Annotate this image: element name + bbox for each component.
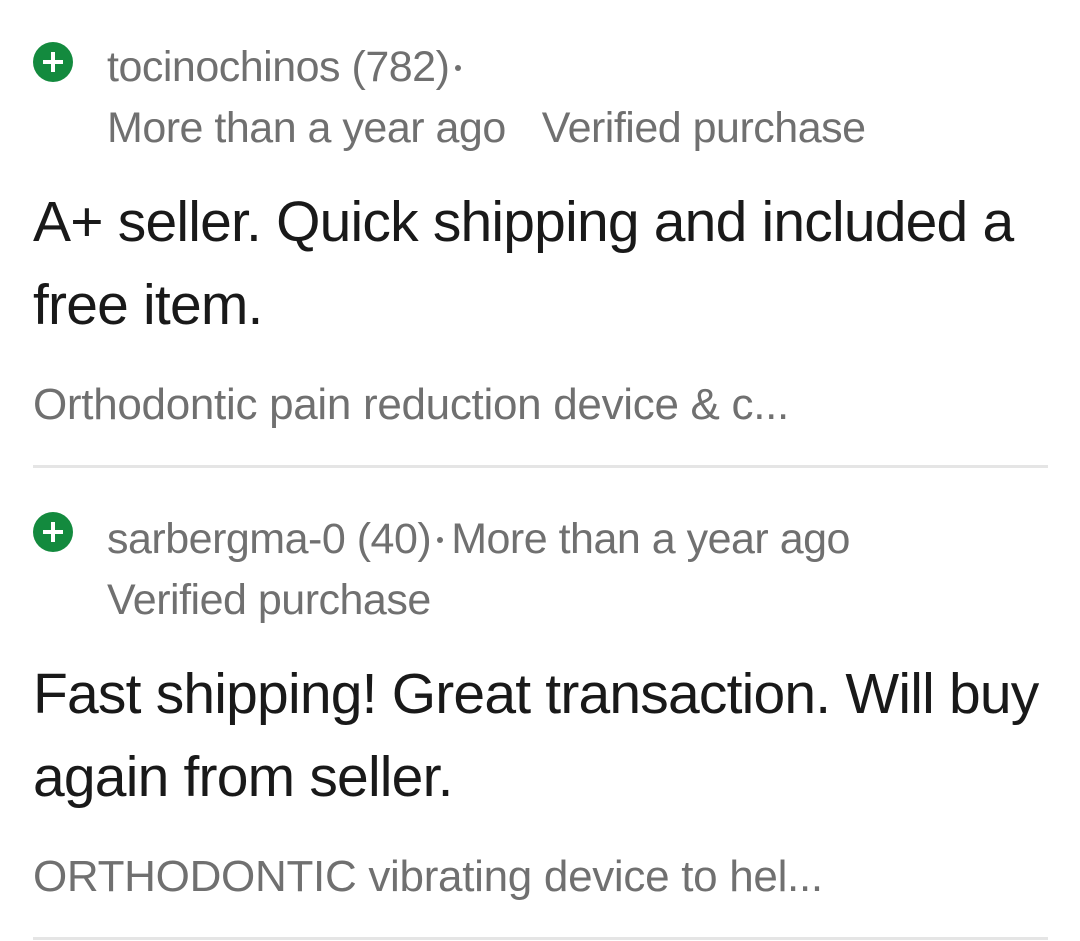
username[interactable]: sarbergma-0 — [107, 515, 346, 563]
separator-dot — [455, 64, 462, 71]
item-title-link[interactable]: Orthodontic pain reduction device & c... — [33, 377, 1040, 433]
feedback-time: More than a year ago — [451, 515, 850, 563]
separator-dot — [437, 536, 444, 543]
feedback-item: sarbergma-0 (40) More than a year ago Ver… — [0, 468, 1080, 941]
feedback-comment: Fast shipping! Great transaction. Will b… — [33, 662, 1039, 809]
verified-purchase-label: Verified purchase — [107, 576, 431, 624]
feedback-score: (782) — [351, 43, 450, 91]
feedback-meta: sarbergma-0 (40) More than a year ago Ver… — [107, 509, 1050, 631]
positive-rating-icon — [33, 512, 73, 552]
feedback-time: More than a year ago — [107, 104, 506, 152]
feedback-meta: tocinochinos (782) More than a year ago V… — [107, 37, 1050, 159]
feedback-score: (40) — [356, 515, 432, 563]
positive-rating-icon — [33, 42, 73, 82]
divider — [33, 937, 1048, 940]
username[interactable]: tocinochinos — [107, 43, 341, 91]
verified-purchase-label: Verified purchase — [541, 104, 866, 152]
item-title-link[interactable]: ORTHODONTIC vibrating device to hel... — [33, 849, 1040, 905]
feedback-comment: A+ seller. Quick shipping and included a… — [33, 190, 1014, 337]
feedback-item: tocinochinos (782) More than a year ago V… — [0, 0, 1080, 468]
